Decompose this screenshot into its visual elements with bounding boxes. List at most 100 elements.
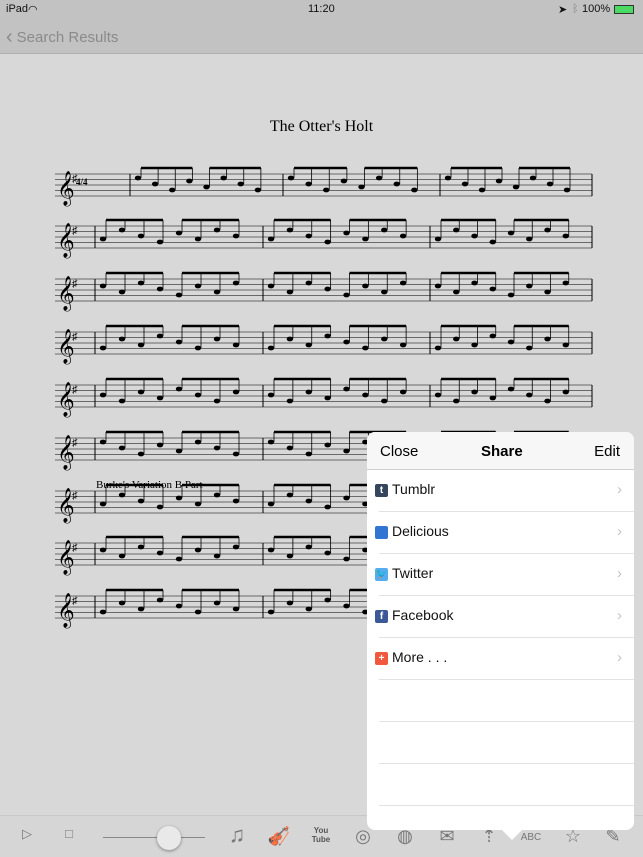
chevron-right-icon: ›	[617, 481, 622, 498]
note-head	[526, 236, 533, 242]
note-head	[381, 227, 388, 233]
key-signature: ♯	[72, 595, 78, 607]
note-head	[169, 187, 176, 193]
note-head	[137, 342, 145, 348]
note-head	[99, 547, 107, 553]
share-item-label: Tumblr	[392, 481, 436, 497]
note-head	[99, 345, 107, 351]
note-head	[175, 339, 183, 345]
note-head	[305, 280, 312, 286]
popover-header: Close Share Edit	[367, 432, 634, 470]
note-head	[453, 227, 460, 233]
note-head	[137, 389, 145, 395]
empty-row	[367, 764, 634, 806]
key-signature: ♯	[72, 437, 78, 449]
note-head	[232, 498, 240, 504]
note-head	[213, 398, 221, 404]
note-head	[305, 498, 312, 504]
note-head	[399, 280, 407, 286]
youtube-icon[interactable]: You Tube	[306, 826, 336, 844]
close-button[interactable]: Close	[380, 443, 418, 460]
note-head	[471, 233, 478, 239]
share-item-delicious[interactable]: Delicious ›	[367, 512, 634, 554]
note-head	[305, 233, 312, 239]
note-head	[507, 292, 515, 298]
note-head	[156, 286, 164, 292]
edit-button[interactable]: Edit	[594, 443, 620, 460]
key-signature: ♯	[72, 542, 78, 554]
stop-icon[interactable]: □	[54, 826, 84, 841]
note-head	[461, 181, 469, 187]
note-head	[362, 283, 369, 289]
note-head	[118, 398, 126, 404]
key-signature: ♯	[72, 331, 78, 343]
share-item-more[interactable]: + More . . . ›	[367, 638, 634, 680]
note-head	[324, 442, 331, 448]
note-head	[286, 445, 294, 451]
note-head	[118, 553, 126, 559]
note-head	[232, 280, 240, 286]
note-head	[324, 504, 331, 510]
note-head	[362, 392, 369, 398]
note-head	[267, 609, 275, 615]
note-head	[305, 342, 312, 348]
note-head	[267, 236, 275, 242]
note-head	[305, 544, 312, 550]
share-item-label: Facebook	[392, 607, 454, 623]
note-head	[267, 283, 275, 289]
plus-icon: +	[375, 652, 388, 665]
note-head	[471, 280, 478, 286]
note-head	[489, 239, 496, 245]
note-head	[305, 451, 312, 457]
note-head	[156, 442, 164, 448]
share-popover: Close Share Edit t Tumblr › Delicious › 🐦 Twit…	[367, 432, 634, 840]
note-head	[471, 389, 478, 395]
note-head	[267, 547, 275, 553]
note-head	[99, 609, 107, 615]
slider-knob[interactable]	[157, 826, 181, 850]
note-head	[526, 392, 533, 398]
share-item-tumblr[interactable]: t Tumblr ›	[367, 470, 634, 512]
note-head	[232, 451, 240, 457]
share-item-twitter[interactable]: 🐦 Twitter ›	[367, 554, 634, 596]
note-head	[137, 606, 145, 612]
note-head	[134, 175, 142, 181]
note-head	[137, 544, 145, 550]
note-head	[471, 342, 478, 348]
note-head	[358, 184, 365, 190]
note-head	[156, 395, 164, 401]
variation-label: Burke's Variation B Part	[96, 479, 203, 491]
share-item-facebook[interactable]: f Facebook ›	[367, 596, 634, 638]
music-note-icon[interactable]: ♫	[222, 822, 252, 848]
note-head	[286, 600, 294, 606]
note-head	[563, 187, 571, 193]
share-item-label: More . . .	[392, 649, 448, 665]
note-head	[526, 283, 533, 289]
note-head	[323, 187, 330, 193]
time-signature: 4/4	[76, 177, 88, 187]
chevron-right-icon: ›	[617, 607, 622, 624]
note-head	[453, 289, 460, 295]
note-head	[305, 389, 312, 395]
note-head	[267, 345, 275, 351]
note-head	[343, 603, 350, 609]
play-icon[interactable]: ▷	[12, 826, 42, 842]
note-head	[286, 227, 294, 233]
note-head	[213, 492, 221, 498]
violin-icon[interactable]: 🎻	[264, 826, 294, 847]
note-head	[343, 495, 350, 501]
note-head	[324, 239, 331, 245]
note-head	[118, 227, 126, 233]
note-head	[203, 184, 210, 190]
note-head	[544, 289, 551, 295]
note-head	[118, 492, 126, 498]
note-head	[286, 398, 294, 404]
tempo-slider[interactable]	[103, 837, 205, 838]
note-head	[99, 501, 107, 507]
note-head	[393, 181, 400, 187]
empty-row	[367, 722, 634, 764]
note-head	[544, 336, 551, 342]
note-head	[434, 283, 442, 289]
note-head	[156, 333, 164, 339]
note-head	[213, 289, 221, 295]
